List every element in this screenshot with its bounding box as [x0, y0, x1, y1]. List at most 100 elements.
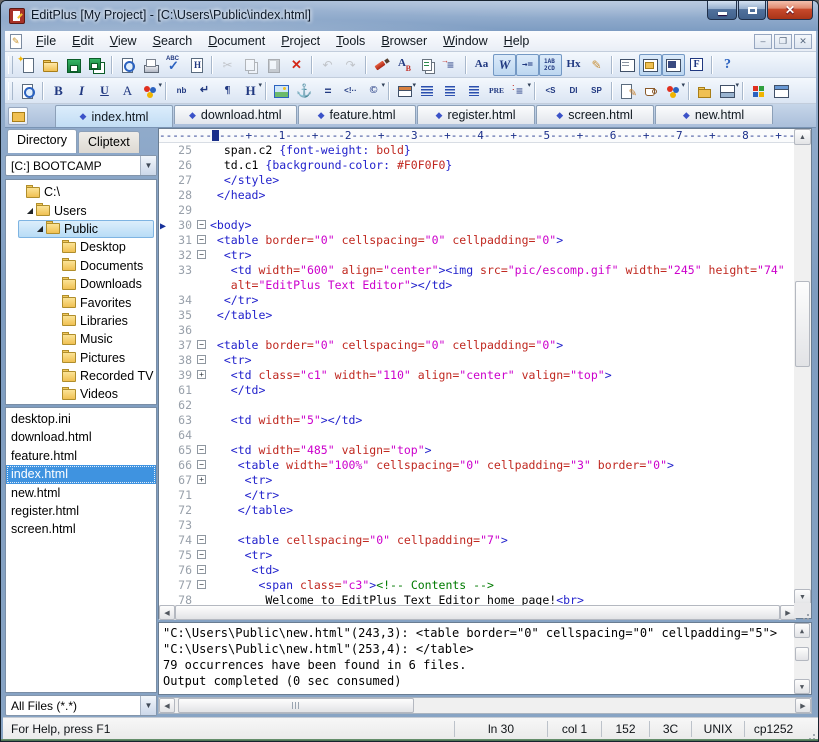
- expand-arrow-icon[interactable]: ◢: [24, 206, 36, 215]
- highlight-button[interactable]: [370, 54, 393, 76]
- nbsp-button[interactable]: nb: [170, 80, 193, 102]
- browser-preview-button[interactable]: [16, 80, 39, 102]
- file-filter-select[interactable]: All Files (*.*) ▼: [5, 695, 157, 716]
- span-button[interactable]: SP: [585, 80, 608, 102]
- tree-item-downloads[interactable]: Downloads: [6, 275, 156, 293]
- print-preview-button[interactable]: [116, 54, 139, 76]
- fold-expand-icon[interactable]: +: [197, 370, 206, 379]
- scrollbar-thumb[interactable]: [795, 281, 810, 367]
- fold-collapse-icon[interactable]: −: [197, 460, 206, 469]
- fold-collapse-icon[interactable]: −: [197, 565, 206, 574]
- tab-download.html[interactable]: ◆download.html: [174, 105, 297, 124]
- italic-button[interactable]: I: [70, 80, 93, 102]
- fold-collapse-icon[interactable]: −: [197, 580, 206, 589]
- tab-index.html[interactable]: ◆index.html: [55, 105, 173, 127]
- copy-lines-button[interactable]: [416, 54, 439, 76]
- strikeout-button[interactable]: <S: [539, 80, 562, 102]
- sync-directory-button[interactable]: [693, 80, 716, 102]
- directory-window-button[interactable]: [639, 54, 662, 76]
- anchor-button[interactable]: ⚓: [293, 80, 316, 102]
- sorted-list-button[interactable]: [439, 54, 462, 76]
- paragraph-button[interactable]: ¶: [216, 80, 239, 102]
- fold-collapse-icon[interactable]: −: [197, 355, 206, 364]
- word-wrap-button[interactable]: W: [493, 54, 516, 76]
- menu-project[interactable]: Project: [273, 32, 328, 50]
- save-all-button[interactable]: [85, 54, 108, 76]
- menu-search[interactable]: Search: [145, 32, 201, 50]
- editor-horizontal-scrollbar[interactable]: ◀ ▶: [159, 605, 796, 620]
- bold-button[interactable]: B: [47, 80, 70, 102]
- sidebar-tab-cliptext[interactable]: Cliptext: [78, 131, 140, 153]
- new-file-button[interactable]: [16, 54, 39, 76]
- fold-expand-icon[interactable]: +: [197, 475, 206, 484]
- horizontal-rule-button[interactable]: =: [316, 80, 339, 102]
- scroll-down-arrow[interactable]: ▼: [794, 679, 810, 694]
- fold-collapse-icon[interactable]: −: [197, 550, 206, 559]
- file-item-index-html[interactable]: index.html: [6, 465, 156, 483]
- image-button[interactable]: [270, 80, 293, 102]
- file-item-new-html[interactable]: new.html: [6, 484, 156, 502]
- file-item-desktop-ini[interactable]: desktop.ini: [6, 410, 156, 428]
- menu-tools[interactable]: Tools: [328, 32, 373, 50]
- file-item-register-html[interactable]: register.html: [6, 502, 156, 520]
- expand-arrow-icon[interactable]: ◢: [34, 224, 46, 233]
- spell-check-button[interactable]: [162, 54, 185, 76]
- toggle-case-button[interactable]: Aa: [470, 54, 493, 76]
- tree-item-c-[interactable]: C:\: [6, 183, 156, 201]
- underline-button[interactable]: U: [93, 80, 116, 102]
- tree-item-videos[interactable]: Videos: [6, 385, 156, 403]
- auto-indent-button[interactable]: →=: [516, 54, 539, 76]
- frame-button[interactable]: [770, 80, 793, 102]
- pre-button[interactable]: PRE: [485, 80, 508, 102]
- save-button[interactable]: [62, 54, 85, 76]
- code-area[interactable]: 25 span.c2 {font-weight: bold}26 td.c1 {…: [159, 143, 796, 605]
- scrollbar-thumb[interactable]: [178, 698, 414, 713]
- window-resize-grip[interactable]: [802, 718, 818, 739]
- tab-feature.html[interactable]: ◆feature.html: [298, 105, 416, 124]
- sidebar-tab-directory[interactable]: Directory: [7, 129, 77, 153]
- tree-item-favorites[interactable]: Favorites: [6, 293, 156, 311]
- new-html-page-button[interactable]: [185, 54, 208, 76]
- context-help-button[interactable]: ?: [716, 54, 739, 76]
- fold-collapse-icon[interactable]: −: [197, 445, 206, 454]
- user-tools-button[interactable]: ✎: [585, 54, 608, 76]
- chevron-down-icon[interactable]: ▼: [140, 696, 156, 715]
- scroll-right-arrow[interactable]: ▶: [795, 698, 811, 713]
- fold-collapse-icon[interactable]: −: [197, 250, 206, 259]
- output-vertical-scrollbar[interactable]: ▲ ▼: [794, 623, 811, 694]
- comment-button[interactable]: <!··: [339, 80, 362, 102]
- folder-icon[interactable]: [8, 107, 28, 125]
- output-horizontal-scrollbar[interactable]: ◀ ▶: [158, 697, 812, 714]
- menu-view[interactable]: View: [102, 32, 145, 50]
- tree-item-libraries[interactable]: Libraries: [6, 312, 156, 330]
- scroll-up-arrow[interactable]: ▲: [794, 623, 810, 638]
- tree-item-public[interactable]: ◢Public: [6, 220, 156, 238]
- editor-vertical-scrollbar[interactable]: ▲ ▼: [794, 129, 811, 605]
- mdi-minimize-button[interactable]: –: [754, 34, 772, 49]
- fold-collapse-icon[interactable]: −: [197, 340, 206, 349]
- split-window-button[interactable]: ▾: [716, 80, 739, 102]
- menu-file[interactable]: File: [28, 32, 64, 50]
- tree-item-documents[interactable]: Documents: [6, 257, 156, 275]
- tab-register.html[interactable]: ◆register.html: [417, 105, 535, 124]
- output-text[interactable]: "C:\Users\Public\new.html"(243,3): <tabl…: [159, 623, 794, 694]
- delete-button[interactable]: ✕: [285, 54, 308, 76]
- special-char-button[interactable]: ©▾: [362, 80, 385, 102]
- close-button[interactable]: ✕: [767, 1, 813, 20]
- scroll-left-arrow[interactable]: ◀: [159, 605, 175, 620]
- file-item-feature-html[interactable]: feature.html: [6, 447, 156, 465]
- menu-browser[interactable]: Browser: [373, 32, 435, 50]
- table-button[interactable]: ▾: [393, 80, 416, 102]
- heading-button[interactable]: H▾: [239, 80, 262, 102]
- line-number-button[interactable]: [539, 54, 562, 76]
- fold-collapse-icon[interactable]: −: [197, 235, 206, 244]
- fold-collapse-icon[interactable]: −: [197, 220, 206, 229]
- mdi-close-button[interactable]: ✕: [794, 34, 812, 49]
- tree-item-desktop[interactable]: Desktop: [6, 238, 156, 256]
- print-button[interactable]: [139, 54, 162, 76]
- menu-window[interactable]: Window: [435, 32, 495, 50]
- scroll-left-arrow[interactable]: ◀: [159, 698, 175, 713]
- function-list-button[interactable]: F: [685, 54, 708, 76]
- align-center-button[interactable]: [439, 80, 462, 102]
- menu-edit[interactable]: Edit: [64, 32, 102, 50]
